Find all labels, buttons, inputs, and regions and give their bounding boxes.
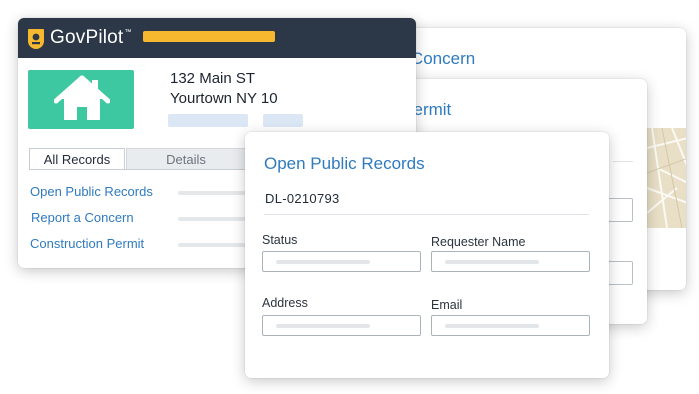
record-id: DL-0210793 [265, 191, 340, 206]
field-placeholder [445, 324, 539, 328]
status-label: Status [262, 233, 298, 247]
tab-details[interactable]: Details [126, 148, 246, 170]
requester-name-label: Requester Name [431, 235, 526, 249]
status-field[interactable] [262, 251, 421, 272]
address-label: Address [262, 296, 308, 310]
placeholder-pill [263, 114, 303, 127]
address-field[interactable] [262, 315, 421, 336]
open-public-records-card: Open Public Records DL-0210793 Status Re… [245, 132, 609, 378]
property-address-line1: 132 Main ST [170, 70, 256, 87]
field-placeholder [276, 260, 370, 264]
house-icon [54, 75, 110, 120]
top-bar: GovPilot™ [18, 18, 416, 58]
divider [264, 214, 589, 215]
email-field[interactable] [431, 315, 590, 336]
tab-all-records[interactable]: All Records [29, 148, 125, 170]
brand-name: GovPilot™ [50, 27, 132, 48]
govpilot-logo-icon [28, 29, 44, 49]
email-label: Email [431, 298, 463, 312]
link-construction-permit[interactable]: Construction Permit [30, 236, 144, 251]
placeholder-pill [168, 114, 248, 127]
requester-name-field[interactable] [431, 251, 590, 272]
property-address-line2: Yourtown NY 10 [170, 90, 278, 107]
link-open-public-records[interactable]: Open Public Records [30, 184, 153, 199]
link-report-a-concern[interactable]: Report a Concern [31, 210, 134, 225]
field-placeholder [276, 324, 370, 328]
property-image [28, 70, 134, 129]
header-placeholder-bar [143, 31, 275, 42]
open-public-records-title: Open Public Records [264, 154, 425, 173]
field-placeholder [445, 260, 539, 264]
divider [613, 161, 633, 162]
map-thumbnail [646, 127, 686, 229]
